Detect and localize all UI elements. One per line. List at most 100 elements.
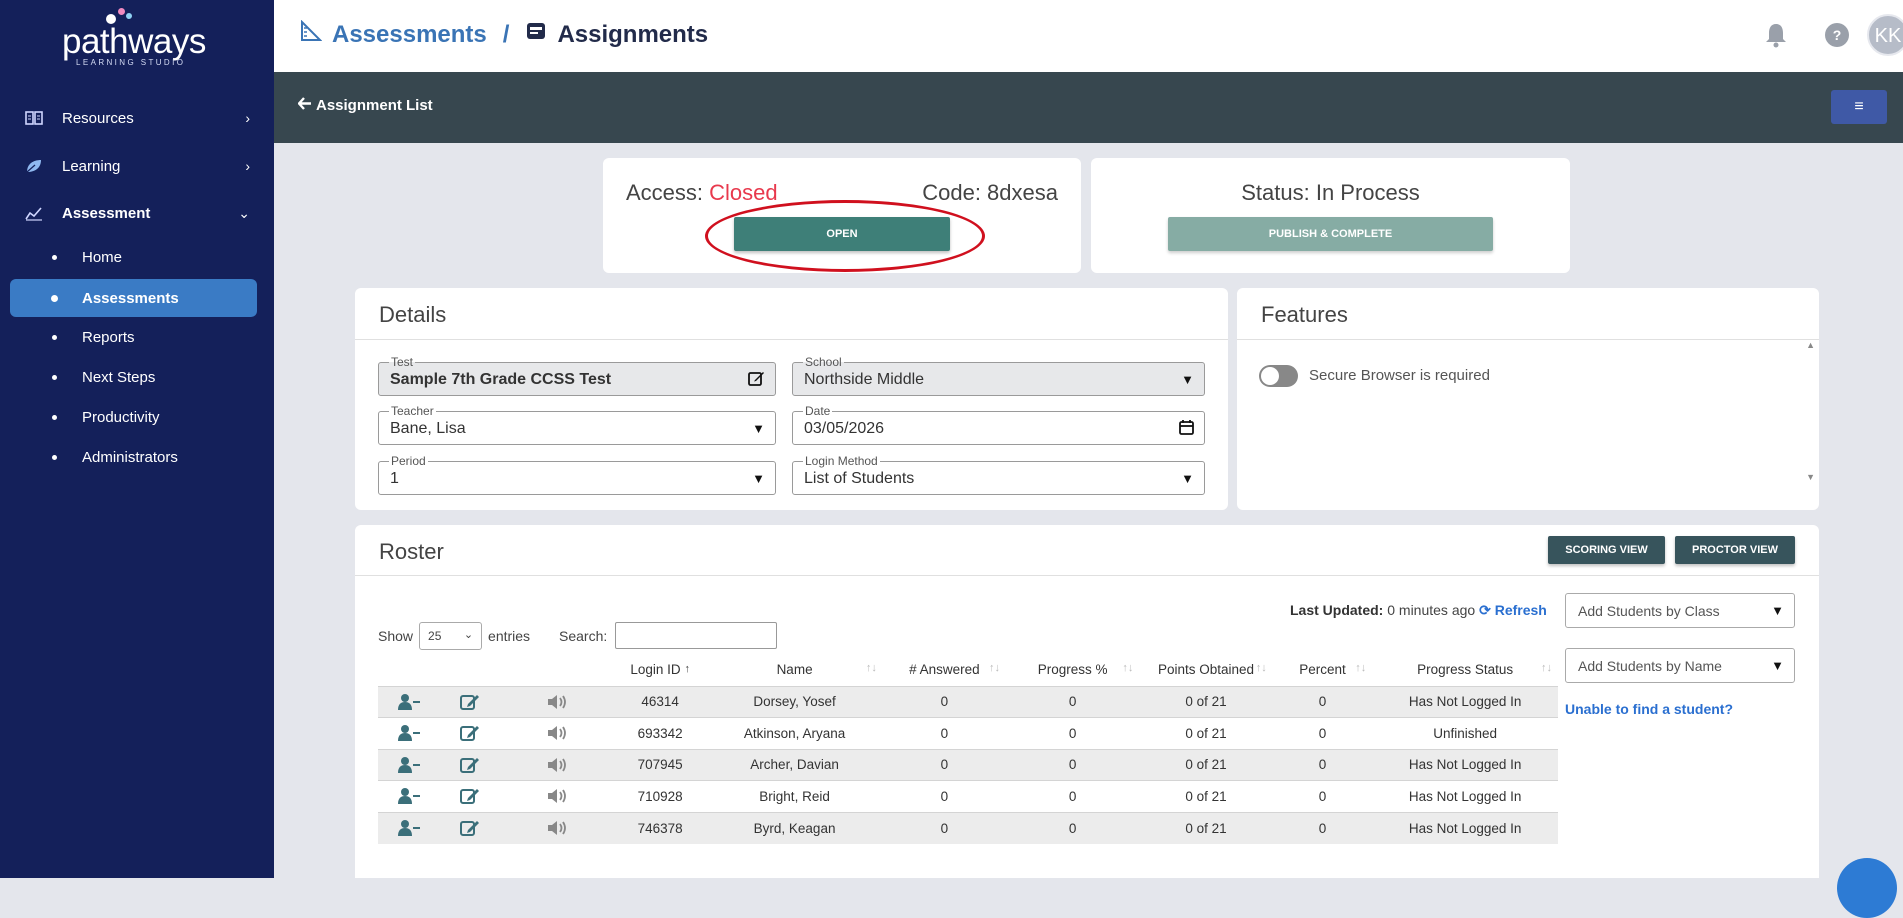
calendar-icon[interactable]: [1179, 419, 1194, 438]
percent-cell: 0: [1272, 811, 1373, 844]
top-icons: ? KK: [1743, 14, 1903, 58]
assignment-header-bar: Assignment List ≡: [274, 72, 1903, 143]
column-header-name[interactable]: Name ↑↓: [706, 653, 882, 686]
entries-label: entries: [488, 628, 531, 644]
caret-down-icon: ▼: [1771, 658, 1784, 673]
column-header-answered[interactable]: # Answered ↑↓: [883, 653, 1006, 686]
edit-icon[interactable]: [459, 819, 481, 837]
remove-cell: [378, 811, 440, 844]
edit-icon[interactable]: [459, 756, 481, 774]
caret-down-icon: ▼: [752, 421, 765, 436]
menu-button[interactable]: ≡: [1831, 90, 1887, 124]
sidebar-item-learning[interactable]: Learning ›: [0, 144, 274, 188]
test-field[interactable]: Test Sample 7th Grade CCSS Test: [378, 355, 776, 396]
column-header-percent[interactable]: Percent ↑↓: [1273, 653, 1373, 686]
login-method-select[interactable]: Login Method List of Students ▼: [792, 454, 1205, 495]
school-select[interactable]: School Northside Middle ▼: [792, 355, 1205, 396]
chevron-right-icon: ›: [245, 158, 250, 174]
speaker-icon[interactable]: [547, 787, 569, 805]
select-value: Add Students by Class: [1578, 603, 1720, 619]
breadcrumb-assessments-link[interactable]: Assessments: [332, 21, 487, 49]
answered-cell: 0: [882, 748, 1006, 781]
scroll-down-icon[interactable]: ▼: [1806, 472, 1815, 482]
pathways-logo[interactable]: pathways LEARNING STUDIO: [60, 8, 210, 67]
progress-cell: 0: [1005, 811, 1140, 844]
divider: [355, 575, 1819, 576]
sidebar-subitem-home[interactable]: Home: [10, 238, 257, 276]
percent-cell: 0: [1272, 748, 1373, 781]
sort-icon: ↑↓: [1355, 662, 1367, 674]
edit-icon[interactable]: [459, 693, 481, 711]
field-value: Northside Middle: [804, 371, 925, 388]
secure-browser-toggle[interactable]: [1259, 365, 1298, 387]
leaf-icon: [24, 156, 44, 176]
teacher-select[interactable]: Teacher Bane, Lisa ▼: [378, 404, 776, 445]
avatar[interactable]: KK: [1867, 14, 1903, 56]
open-button[interactable]: OPEN: [734, 217, 950, 251]
column-header-progress[interactable]: Progress % ↑↓: [1006, 653, 1139, 686]
help-icon[interactable]: ?: [1825, 23, 1849, 47]
sidebar-subitem-productivity[interactable]: Productivity: [10, 398, 257, 436]
sidebar-subitem-assessments[interactable]: Assessments: [10, 279, 257, 317]
edit-cell: [439, 811, 502, 844]
sidebar-subitem-next-steps[interactable]: Next Steps: [10, 358, 257, 396]
refresh-icon: ⟳: [1479, 602, 1491, 618]
scroll-up-icon[interactable]: ▲: [1806, 340, 1815, 350]
edit-icon[interactable]: [748, 370, 765, 390]
assignment-list-link[interactable]: Assignment List: [297, 97, 433, 114]
search-input[interactable]: [615, 622, 777, 649]
unable-to-find-link[interactable]: Unable to find a student?: [1565, 701, 1733, 717]
column-header-points[interactable]: Points Obtained ↑↓: [1139, 653, 1272, 686]
speaker-icon[interactable]: [547, 724, 569, 742]
ruler-icon: [300, 19, 323, 49]
remove-user-icon[interactable]: [397, 819, 420, 837]
column-header-login-id[interactable]: Login ID ↑: [614, 653, 706, 686]
speaker-icon[interactable]: [547, 693, 569, 711]
name-cell: Byrd, Keagan: [706, 811, 883, 844]
edit-icon[interactable]: [459, 787, 481, 805]
remove-user-icon[interactable]: [397, 724, 420, 742]
assignment-list-label: Assignment List: [316, 97, 433, 114]
remove-user-icon[interactable]: [397, 787, 420, 805]
login-id-cell: 693342: [613, 717, 707, 749]
remove-cell: [378, 780, 440, 812]
chevron-down-icon: ⌄: [238, 204, 250, 221]
remove-user-icon[interactable]: [397, 756, 420, 774]
publish-complete-button[interactable]: PUBLISH & COMPLETE: [1168, 217, 1493, 251]
percent-cell: 0: [1272, 717, 1373, 749]
last-updated-label: Last Updated:: [1290, 602, 1384, 618]
progress-cell: 0: [1005, 748, 1140, 781]
status-label: Status: In Process: [1241, 180, 1420, 205]
status-cell: Has Not Logged In: [1372, 748, 1558, 781]
refresh-button[interactable]: ⟳ Refresh: [1479, 602, 1547, 618]
audio-cell: [501, 780, 614, 812]
edit-cell: [439, 748, 502, 781]
answered-cell: 0: [882, 811, 1006, 844]
login-id-cell: 746378: [613, 811, 707, 844]
add-by-name-select[interactable]: Add Students by Name ▼: [1565, 648, 1795, 683]
column-header-status[interactable]: Progress Status ↑↓: [1372, 653, 1558, 686]
sidebar-item-assessment[interactable]: Assessment ⌄: [0, 191, 274, 235]
period-select[interactable]: Period 1 ▼: [378, 454, 776, 495]
speaker-icon[interactable]: [547, 756, 569, 774]
chevron-down-icon: ⌄: [463, 629, 474, 641]
edit-icon[interactable]: [459, 724, 481, 742]
speaker-icon[interactable]: [547, 819, 569, 837]
sidebar-subitem-administrators[interactable]: Administrators: [10, 438, 257, 476]
sidebar-subitem-reports[interactable]: Reports: [10, 318, 257, 356]
audio-cell: [501, 748, 614, 781]
date-field[interactable]: Date 03/05/2026: [792, 404, 1205, 445]
sidebar-item-resources[interactable]: Resources ›: [0, 96, 274, 140]
login-id-cell: 707945: [613, 748, 707, 781]
remove-user-icon[interactable]: [397, 693, 420, 711]
progress-cell: 0: [1005, 685, 1140, 718]
field-value: Sample 7th Grade CCSS Test: [390, 371, 612, 388]
chat-bubble[interactable]: [1837, 858, 1897, 918]
add-by-class-select[interactable]: Add Students by Class ▼: [1565, 593, 1795, 628]
proctor-view-button[interactable]: PROCTOR VIEW: [1675, 536, 1795, 564]
entries-select[interactable]: 25 ⌄: [419, 622, 483, 650]
scoring-view-button[interactable]: SCORING VIEW: [1548, 536, 1665, 564]
logo-subtext: LEARNING STUDIO: [76, 58, 186, 67]
details-title: Details: [379, 302, 447, 327]
bell-icon[interactable]: [1765, 22, 1791, 48]
